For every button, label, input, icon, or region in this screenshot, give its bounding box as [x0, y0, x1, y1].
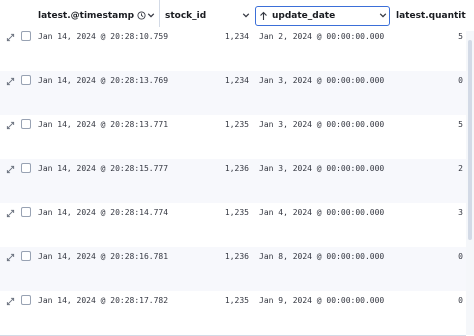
expand-icon[interactable] — [6, 33, 15, 42]
expand-icon[interactable] — [6, 209, 15, 218]
chevron-down-icon[interactable] — [242, 11, 250, 19]
stock-id-cell: 1,236 — [224, 164, 249, 173]
row-checkbox[interactable] — [21, 207, 31, 217]
row-checkbox[interactable] — [21, 75, 31, 85]
timestamp-cell: Jan 14, 2024 @ 20:28:16.781 — [38, 252, 169, 261]
update-date-cell: Jan 9, 2024 @ 00:00:00.000 — [259, 296, 385, 305]
quantity-cell: 3 — [458, 208, 463, 217]
timestamp-cell: Jan 14, 2024 @ 20:28:13.769 — [38, 76, 169, 85]
expand-icon[interactable] — [6, 253, 15, 262]
column-header-label: latest.@timestamp — [38, 10, 135, 21]
quantity-cell: 5 — [458, 120, 463, 129]
row-checkbox[interactable] — [21, 163, 31, 173]
timestamp-cell: Jan 14, 2024 @ 20:28:10.759 — [38, 32, 169, 41]
update-date-cell: Jan 3, 2024 @ 00:00:00.000 — [259, 164, 385, 173]
expand-icon[interactable] — [6, 165, 15, 174]
stock-id-cell: 1,234 — [224, 32, 249, 41]
quantity-cell: 5 — [458, 32, 463, 41]
stock-id-cell: 1,235 — [224, 120, 249, 129]
expand-icon[interactable] — [6, 121, 15, 130]
expand-icon[interactable] — [6, 77, 15, 86]
stock-id-cell: 1,236 — [224, 252, 249, 261]
row-checkbox[interactable] — [21, 251, 31, 261]
column-header-label: latest.quantity — [396, 10, 466, 21]
stock-id-cell: 1,235 — [224, 208, 249, 217]
row-checkbox[interactable] — [21, 295, 31, 305]
clock-icon — [137, 11, 146, 20]
scrollbar-thumb[interactable] — [468, 40, 472, 240]
update-date-cell: Jan 4, 2024 @ 00:00:00.000 — [259, 208, 385, 217]
stock-id-cell: 1,235 — [224, 296, 249, 305]
quantity-cell: 0 — [458, 296, 463, 305]
update-date-cell: Jan 3, 2024 @ 00:00:00.000 — [259, 120, 385, 129]
table-row[interactable]: Jan 14, 2024 @ 20:28:16.781 1,236 Jan 8, 2… — [0, 247, 466, 292]
timestamp-cell: Jan 14, 2024 @ 20:28:15.777 — [38, 164, 169, 173]
timestamp-cell: Jan 14, 2024 @ 20:28:13.771 — [38, 120, 169, 129]
table-row[interactable]: Jan 14, 2024 @ 20:28:17.782 1,235 Jan 9, 2… — [0, 291, 466, 336]
update-date-cell: Jan 3, 2024 @ 00:00:00.000 — [259, 76, 385, 85]
data-grid: latest.@timestamp stock_id update_date l… — [0, 0, 474, 336]
chevron-down-icon[interactable] — [379, 11, 387, 19]
row-checkbox[interactable] — [21, 31, 31, 41]
table-row[interactable]: Jan 14, 2024 @ 20:28:10.759 1,234 Jan 2, 2… — [0, 27, 466, 72]
table-row[interactable]: Jan 14, 2024 @ 20:28:14.774 1,235 Jan 4, 2… — [0, 203, 466, 248]
sort-ascending-icon — [260, 11, 267, 20]
expand-icon[interactable] — [6, 297, 15, 306]
update-date-cell: Jan 8, 2024 @ 00:00:00.000 — [259, 252, 385, 261]
column-header-label: update_date — [272, 10, 336, 21]
chevron-down-icon[interactable] — [147, 11, 155, 19]
stock-id-cell: 1,234 — [224, 76, 249, 85]
quantity-cell: 0 — [458, 76, 463, 85]
table-row[interactable]: Jan 14, 2024 @ 20:28:13.769 1,234 Jan 3, 2… — [0, 71, 466, 116]
row-checkbox[interactable] — [21, 119, 31, 129]
timestamp-cell: Jan 14, 2024 @ 20:28:14.774 — [38, 208, 169, 217]
table-row[interactable]: Jan 14, 2024 @ 20:28:13.771 1,235 Jan 3, 2… — [0, 115, 466, 160]
quantity-cell: 2 — [458, 164, 463, 173]
column-header-label: stock_id — [165, 10, 207, 21]
update-date-cell: Jan 2, 2024 @ 00:00:00.000 — [259, 32, 385, 41]
quantity-cell: 0 — [458, 252, 463, 261]
table-row[interactable]: Jan 14, 2024 @ 20:28:15.777 1,236 Jan 3, 2… — [0, 159, 466, 204]
timestamp-cell: Jan 14, 2024 @ 20:28:17.782 — [38, 296, 169, 305]
